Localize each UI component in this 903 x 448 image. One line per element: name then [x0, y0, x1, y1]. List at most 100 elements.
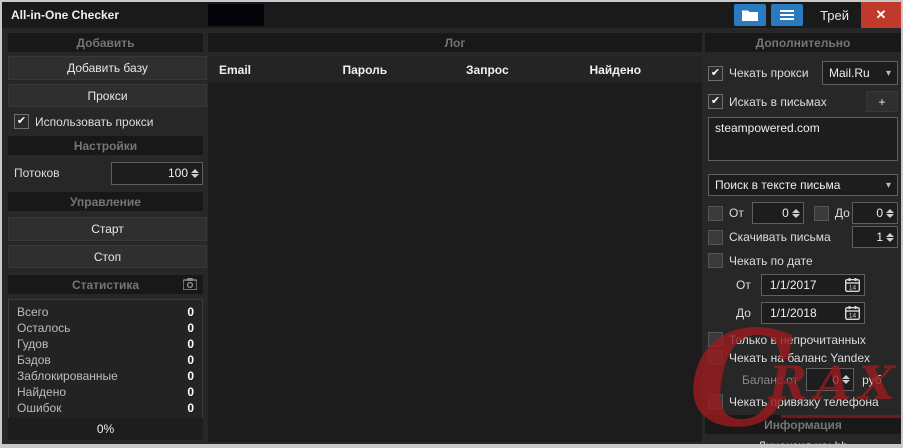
check-proxy-checkbox[interactable]: ✔ Чекать прокси — [708, 65, 809, 81]
add-section-header: Добавить — [8, 33, 203, 52]
stop-button[interactable]: Стоп — [8, 245, 207, 268]
extra-section-header: Дополнительно — [705, 33, 901, 52]
close-icon: ✕ — [875, 7, 887, 22]
titlebar-controls: Трей ✕ — [734, 2, 901, 28]
check-date-row: Чекать по дате — [708, 253, 898, 268]
search-letters-label: Искать в письмах — [729, 94, 827, 109]
checkbox-unchecked-icon — [708, 229, 723, 245]
log-section-header: Лог — [208, 33, 702, 52]
use-proxy-label: Использовать прокси — [35, 114, 154, 129]
svg-text:14: 14 — [849, 285, 857, 292]
unread-only-row: Только в непрочитанных — [708, 332, 898, 347]
check-date-checkbox[interactable]: Чекать по дате — [708, 253, 813, 268]
tray-button[interactable]: Трей — [808, 4, 861, 26]
download-letters-value: 1 — [876, 230, 883, 244]
stepper-arrows-icon[interactable] — [791, 208, 801, 218]
stats-box: Всего 0 Осталось 0 Гудов 0 Бэдов 0 Заблокиро… — [8, 299, 203, 437]
download-letters-checkbox[interactable]: Скачивать письма — [708, 229, 831, 245]
stepper-arrows-icon[interactable] — [842, 375, 851, 384]
stat-row: Гудов 0 — [17, 337, 194, 351]
stepper-arrows-icon[interactable] — [191, 168, 200, 178]
search-letters-row: ✔ Искать в письмах + — [708, 91, 898, 112]
progress-bar: 0% — [8, 418, 203, 440]
balance-stepper[interactable]: 0 — [806, 368, 855, 391]
to-value: 0 — [876, 206, 883, 220]
checkbox-unchecked-icon — [708, 350, 723, 365]
from-checkbox[interactable]: От — [708, 205, 744, 221]
info-section-header: Информация — [705, 415, 901, 434]
download-letters-label: Скачивать письма — [729, 230, 831, 244]
balance-from-row: Баланс от 0 руб — [708, 368, 898, 391]
date-from-input[interactable]: 1/1/2017 14 — [760, 274, 865, 296]
checkbox-unchecked-icon — [708, 394, 723, 409]
balance-from-label: Баланс от — [742, 372, 799, 387]
open-folder-button[interactable] — [734, 4, 767, 26]
stat-row: Ошибок 0 — [17, 401, 194, 415]
checkbox-unchecked-icon — [708, 253, 723, 268]
log-table-body[interactable] — [208, 83, 702, 442]
extra-panel: Дополнительно ✔ Чекать прокси Mail.Ru ▾ … — [705, 30, 901, 444]
unread-only-checkbox[interactable]: Только в непрочитанных — [708, 332, 866, 347]
log-column-query[interactable]: Запрос — [455, 63, 579, 77]
calendar-icon[interactable]: 14 — [844, 278, 860, 292]
phone-check-label: Чекать привязку телефона — [729, 394, 879, 409]
log-column-email[interactable]: Email — [208, 63, 332, 77]
stat-row: Найдено 0 — [17, 385, 194, 399]
stepper-arrows-icon[interactable] — [886, 232, 895, 242]
from-stepper[interactable]: 0 — [751, 202, 804, 224]
phone-check-row: Чекать привязку телефона — [708, 394, 898, 409]
threads-value: 100 — [167, 166, 188, 180]
checkbox-unchecked-icon — [813, 205, 829, 221]
stat-row: Заблокированные 0 — [17, 369, 194, 383]
from-to-row: От 0 До 0 — [708, 202, 898, 224]
close-button[interactable]: ✕ — [861, 2, 901, 28]
from-value: 0 — [782, 206, 789, 220]
menu-button[interactable] — [771, 4, 804, 26]
search-queries-textarea[interactable]: steampowered.com — [708, 117, 898, 161]
stepper-arrows-icon[interactable] — [886, 208, 895, 218]
calendar-icon[interactable]: 14 — [844, 306, 860, 320]
redacted-area — [208, 4, 264, 26]
download-letters-stepper[interactable]: 1 — [852, 226, 898, 248]
add-query-button[interactable]: + — [866, 91, 898, 112]
search-mode-select[interactable]: Поиск в тексте письма ▾ — [708, 174, 898, 196]
log-column-found[interactable]: Найдено — [579, 63, 703, 77]
svg-text:14: 14 — [849, 313, 857, 320]
proxy-service-select[interactable]: Mail.Ru ▾ — [822, 61, 898, 85]
checkbox-checked-icon: ✔ — [708, 94, 723, 109]
check-date-label: Чекать по дате — [729, 253, 813, 268]
stat-row: Всего 0 — [17, 305, 194, 319]
checkbox-checked-icon: ✔ — [708, 65, 723, 81]
phone-check-checkbox[interactable]: Чекать привязку телефона — [708, 394, 879, 409]
date-to-value: 1/1/2018 — [769, 306, 817, 320]
unread-only-label: Только в непрочитанных — [729, 332, 866, 347]
start-button[interactable]: Старт — [8, 217, 207, 241]
threads-stepper[interactable]: 100 — [111, 161, 203, 185]
to-stepper[interactable]: 0 — [852, 202, 898, 224]
checkbox-unchecked-icon — [708, 205, 723, 221]
to-label: До — [834, 206, 850, 220]
license-label: Лицензия на: hh — [758, 439, 848, 448]
window-title: All-in-One Checker — [11, 8, 120, 22]
checkbox-unchecked-icon — [708, 332, 723, 347]
add-base-button[interactable]: Добавить базу — [8, 56, 207, 80]
check-proxy-row: ✔ Чекать прокси Mail.Ru ▾ — [708, 61, 898, 85]
log-column-password[interactable]: Пароль — [332, 63, 456, 77]
from-label: От — [729, 206, 744, 220]
info-block: Лицензия на: hh Версия 4.9.8 [Changelog] — [705, 438, 901, 448]
currency-label: руб — [862, 372, 882, 387]
search-letters-checkbox[interactable]: ✔ Искать в письмах — [708, 94, 827, 109]
proxy-service-value: Mail.Ru — [829, 66, 870, 80]
date-from-value: 1/1/2017 — [769, 278, 817, 292]
search-mode-value: Поиск в тексте письма — [715, 178, 841, 192]
threads-label: Потоков — [14, 166, 60, 180]
date-to-input[interactable]: 1/1/2018 14 — [760, 302, 865, 324]
menu-icon — [780, 10, 795, 20]
camera-icon[interactable] — [183, 278, 197, 290]
yandex-balance-checkbox[interactable]: Чекать на баланс Yandex — [708, 350, 870, 365]
proxy-button[interactable]: Прокси — [8, 84, 207, 107]
use-proxy-checkbox[interactable]: ✔ Использовать прокси — [14, 114, 203, 129]
chevron-down-icon: ▾ — [885, 179, 891, 191]
to-checkbox[interactable]: До — [813, 205, 850, 221]
chevron-down-icon: ▾ — [885, 67, 891, 79]
